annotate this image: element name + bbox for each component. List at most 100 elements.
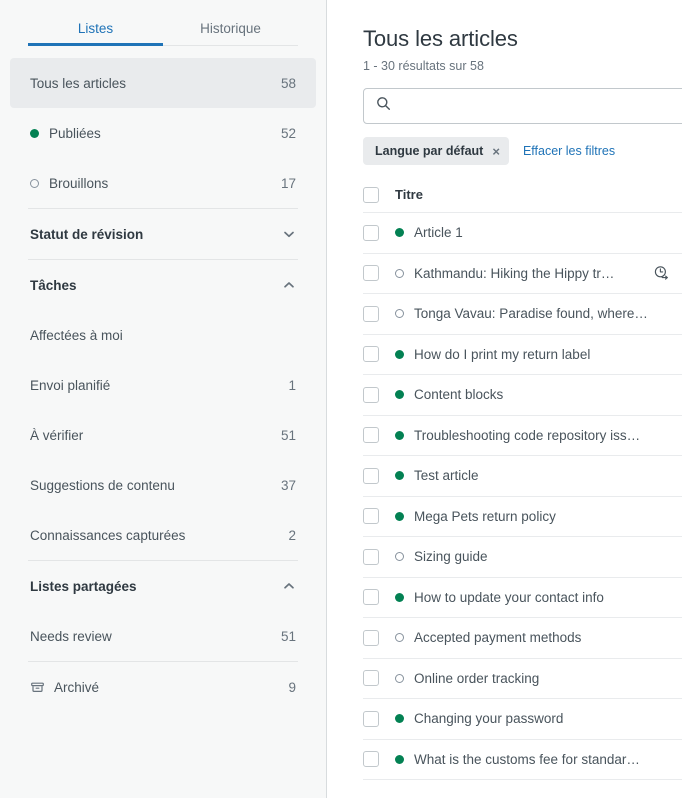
draft-status-dot-icon [395, 673, 404, 683]
draft-status-dot-icon [395, 309, 404, 319]
sidebar-item-suggestions-de-contenu[interactable]: Suggestions de contenu 37 [10, 460, 316, 510]
chevron-up-icon [282, 278, 296, 292]
sidebar-item-brouillons[interactable]: Brouillons 17 [10, 158, 316, 208]
table-row[interactable]: Accepted payment methods [363, 618, 682, 659]
table-row[interactable]: Mega Pets return policy [363, 497, 682, 537]
sidebar-section-listes-partagees[interactable]: Listes partagées [10, 561, 316, 611]
table-row[interactable]: Content blocks [363, 375, 682, 416]
sidebar-item-archive[interactable]: Archivé 9 [10, 662, 316, 712]
table-row[interactable]: How to update your contact info [363, 578, 682, 618]
row-checkbox[interactable] [363, 670, 379, 687]
sidebar-item-label: Publiées [49, 125, 101, 141]
published-status-dot-icon [395, 511, 404, 521]
sidebar-section-label: Listes partagées [30, 578, 137, 594]
articles-table: Titre Article 1 Kathmandu: Hiking the Hi… [363, 177, 682, 780]
sidebar-item-connaissances-capturees[interactable]: Connaissances capturées 2 [10, 510, 316, 560]
table-row[interactable]: Sizing guide [363, 537, 682, 578]
table-row[interactable]: Kathmandu: Hiking the Hippy tr… [363, 254, 682, 294]
select-all-checkbox[interactable] [363, 186, 379, 203]
article-title: Article 1 [414, 225, 463, 241]
sidebar-section-taches[interactable]: Tâches [10, 260, 316, 310]
row-checkbox[interactable] [363, 629, 379, 646]
article-title: Accepted payment methods [414, 630, 582, 646]
sidebar: Listes Historique Tous les articles 58 P… [0, 0, 327, 798]
table-row[interactable]: Test article [363, 456, 682, 497]
sidebar-item-envoi-planifie[interactable]: Envoi planifié 1 [10, 360, 316, 410]
scheduled-clock-icon [653, 265, 670, 282]
sidebar-item-count: 58 [280, 75, 296, 91]
row-checkbox[interactable] [363, 265, 379, 282]
tab-historique-label: Historique [200, 21, 261, 36]
table-row[interactable]: How do I print my return label [363, 335, 682, 375]
published-status-dot-icon [395, 754, 404, 764]
sidebar-item-tous-les-articles[interactable]: Tous les articles 58 [10, 58, 316, 108]
table-row[interactable]: What is the customs fee for standar… [363, 740, 682, 780]
row-checkbox[interactable] [363, 589, 379, 606]
sidebar-item-label: Suggestions de contenu [30, 477, 175, 493]
article-title: Troubleshooting code repository iss… [414, 427, 641, 443]
row-checkbox[interactable] [363, 427, 379, 444]
published-status-dot-icon [395, 714, 404, 724]
table-header-row: Titre [363, 177, 682, 213]
row-checkbox[interactable] [363, 224, 379, 241]
sidebar-item-a-verifier[interactable]: À vérifier 51 [10, 410, 316, 460]
row-checkbox[interactable] [363, 305, 379, 322]
sidebar-item-label: À vérifier [30, 427, 84, 443]
main-panel: Tous les articles 1 - 30 résultats sur 5… [327, 0, 682, 798]
row-checkbox[interactable] [363, 710, 379, 727]
table-row[interactable]: Tonga Vavau: Paradise found, where… [363, 294, 682, 335]
sidebar-item-label: Connaissances capturées [30, 527, 186, 543]
table-row[interactable]: Changing your password [363, 699, 682, 740]
article-title: Mega Pets return policy [414, 508, 556, 524]
table-row[interactable]: Article 1 [363, 213, 682, 254]
article-title: Content blocks [414, 387, 504, 403]
sidebar-item-needs-review[interactable]: Needs review 51 [10, 611, 316, 661]
article-title: How to update your contact info [414, 589, 604, 605]
table-row[interactable]: Troubleshooting code repository iss… [363, 416, 682, 456]
row-checkbox[interactable] [363, 346, 379, 363]
row-checkbox[interactable] [363, 751, 379, 768]
sidebar-item-publiees[interactable]: Publiées 52 [10, 108, 316, 158]
row-checkbox[interactable] [363, 508, 379, 525]
article-title: Changing your password [414, 711, 564, 727]
column-header-titre: Titre [395, 187, 423, 202]
article-title: Sizing guide [414, 549, 488, 565]
tab-historique[interactable]: Historique [163, 21, 298, 46]
sidebar-item-affectees-a-moi[interactable]: Affectées à moi [10, 310, 316, 360]
search-input[interactable] [401, 97, 682, 115]
sidebar-item-label: Affectées à moi [30, 327, 123, 343]
row-checkbox[interactable] [363, 548, 379, 565]
sidebar-item-label: Archivé [54, 679, 100, 695]
sidebar-item-label: Brouillons [49, 175, 109, 191]
row-checkbox[interactable] [363, 467, 379, 484]
sidebar-item-count: 1 [288, 377, 296, 393]
article-title: Kathmandu: Hiking the Hippy tr… [414, 265, 615, 281]
chevron-up-icon [282, 579, 296, 593]
row-checkbox[interactable] [363, 386, 379, 403]
sidebar-item-label: Needs review [30, 628, 112, 644]
table-row[interactable]: Online order tracking [363, 659, 682, 699]
published-status-dot-icon [395, 349, 404, 359]
sidebar-section-statut-de-revision[interactable]: Statut de révision [10, 209, 316, 259]
sidebar-item-count: 17 [280, 175, 296, 191]
article-title: Online order tracking [414, 670, 540, 686]
search-icon [376, 96, 391, 116]
article-title: Test article [414, 468, 479, 484]
sidebar-item-count: 9 [288, 679, 296, 695]
search-box[interactable] [363, 88, 682, 124]
draft-status-dot-icon [395, 633, 404, 643]
filter-chip-langue-par-defaut[interactable]: Langue par défaut × [363, 137, 509, 165]
sidebar-item-label: Envoi planifié [30, 377, 111, 393]
sidebar-item-count: 2 [288, 527, 296, 543]
app-root: Listes Historique Tous les articles 58 P… [0, 0, 682, 798]
clear-filters-link[interactable]: Effacer les filtres [523, 144, 615, 158]
result-count: 1 - 30 résultats sur 58 [363, 59, 484, 73]
close-icon[interactable]: × [492, 145, 500, 158]
sidebar-item-count: 52 [280, 125, 296, 141]
sidebar-nav: Tous les articles 58 Publiées 52 Brouill… [0, 46, 326, 712]
sidebar-section-label: Tâches [30, 277, 77, 293]
sidebar-item-label: Tous les articles [30, 75, 127, 91]
published-status-dot-icon [395, 430, 404, 440]
filter-chip-label: Langue par défaut [375, 144, 484, 158]
tab-listes[interactable]: Listes [28, 21, 163, 46]
